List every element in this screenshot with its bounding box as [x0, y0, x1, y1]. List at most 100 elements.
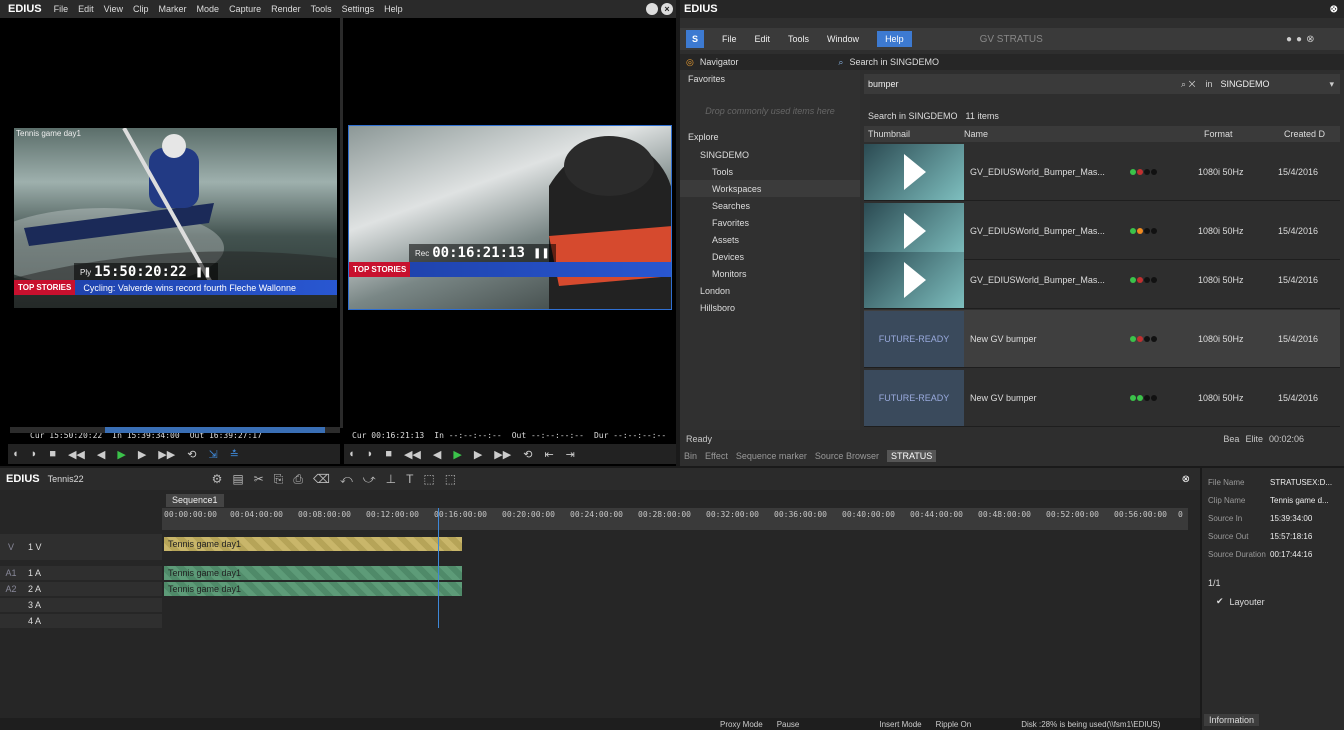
timeline-ruler[interactable]: 00:00:00:00 00:04:00:00 00:08:00:00 00:1… — [162, 508, 1188, 530]
tab-bin[interactable]: Bin — [684, 451, 697, 461]
stop-icon[interactable]: ■ — [385, 448, 392, 460]
thumbnail: FUTURE-READY — [864, 310, 964, 367]
tree-assets[interactable]: Assets — [680, 231, 860, 248]
menu-mode[interactable]: Mode — [197, 4, 220, 14]
menu-view[interactable]: View — [104, 4, 123, 14]
video-clip[interactable]: Tennis game day1 — [164, 537, 462, 551]
menu-help[interactable]: Help — [384, 4, 403, 14]
search-icon[interactable]: ⌕ ✕ — [1181, 79, 1195, 90]
tab-stratus[interactable]: STRATUS — [886, 450, 937, 462]
tab-sequence1[interactable]: Sequence1 — [166, 494, 224, 507]
stratus-menu-window[interactable]: Window — [827, 34, 859, 44]
set-in-icon[interactable]: ◖ — [348, 448, 355, 460]
play-icon[interactable]: ▶ — [453, 448, 461, 461]
step-forward-icon[interactable]: ▶ — [474, 448, 482, 461]
play-icon[interactable]: ▶ — [117, 448, 125, 461]
step-forward-icon[interactable]: ▶ — [138, 448, 146, 461]
tab-effect[interactable]: Effect — [705, 451, 728, 461]
set-out-icon[interactable]: ◗ — [31, 448, 38, 460]
minimize-icon[interactable] — [646, 3, 658, 15]
next-edit-icon[interactable]: ⇥ — [566, 448, 575, 461]
status-dots — [1130, 334, 1158, 344]
list-item[interactable]: GV_EDIUSWorld_Bumper_Mas... 1080i 50Hz 1… — [864, 251, 1340, 309]
rewind-icon[interactable]: ◀◀ — [68, 448, 85, 461]
menu-settings[interactable]: Settings — [342, 4, 375, 14]
stratus-menu-help[interactable]: Help — [877, 31, 912, 47]
fast-forward-icon[interactable]: ▶▶ — [494, 448, 511, 461]
search-input[interactable]: bumper — [868, 79, 899, 89]
layer-item-layouter[interactable]: ✔ Layouter — [1216, 596, 1265, 607]
list-item[interactable]: FUTURE-READY New GV bumper 1080i 50Hz 15… — [864, 369, 1340, 427]
close-icon[interactable]: ⊗ — [1306, 34, 1314, 45]
loop-icon[interactable]: ⟲ — [187, 448, 196, 461]
set-out-icon[interactable]: ◗ — [367, 448, 374, 460]
close-icon[interactable]: ⊗ — [1182, 474, 1190, 485]
track-4a[interactable]: 4 A — [0, 614, 162, 628]
audio-clip-1[interactable]: Tennis game day1 — [164, 566, 462, 580]
menu-edit[interactable]: Edit — [78, 4, 94, 14]
menu-file[interactable]: File — [54, 4, 69, 14]
menu-marker[interactable]: Marker — [159, 4, 187, 14]
track-2a[interactable]: A2 2 A — [0, 582, 162, 596]
tree-singdemo[interactable]: SINGDEMO — [680, 146, 860, 163]
step-back-icon[interactable]: ◀ — [97, 448, 105, 461]
maximize-icon[interactable]: ● — [1296, 34, 1302, 45]
list-item[interactable]: FUTURE-READY New GV bumper 1080i 50Hz 15… — [864, 310, 1340, 368]
tab-sequence-marker[interactable]: Sequence marker — [736, 451, 807, 461]
tree-devices[interactable]: Devices — [680, 248, 860, 265]
player-scrubber[interactable] — [10, 427, 340, 433]
tree-favorites[interactable]: Favorites — [680, 214, 860, 231]
menu-tools[interactable]: Tools — [311, 4, 332, 14]
player-video: Tennis game day1 Ply 15:50:20:22 ❚❚ TOP … — [14, 128, 337, 308]
tab-search[interactable]: Search in SINGDEMO — [849, 57, 939, 67]
close-icon[interactable]: × — [661, 3, 673, 15]
col-thumbnail[interactable]: Thumbnail — [864, 129, 964, 139]
stratus-menu-edit[interactable]: Edit — [755, 34, 771, 44]
tree-searches[interactable]: Searches — [680, 197, 860, 214]
tree-tools[interactable]: Tools — [680, 163, 860, 180]
audio-clip-2[interactable]: Tennis game day1 — [164, 582, 462, 596]
menu-capture[interactable]: Capture — [229, 4, 261, 14]
tab-source-browser[interactable]: Source Browser — [815, 451, 879, 461]
overwrite-to-timeline-icon[interactable]: ≛ — [230, 448, 239, 461]
list-item[interactable]: GV_EDIUSWorld_Bumper_Mas... 1080i 50Hz 1… — [864, 143, 1340, 201]
tree-workspaces[interactable]: Workspaces — [680, 180, 860, 197]
timeline-window: EDIUS Tennis22 ⚙▤✂⎘⎙⌫⤺⤻⊥T⬚⬚ ⊗ Sequence1 … — [0, 468, 1200, 730]
track-3a[interactable]: 3 A — [0, 598, 162, 612]
tree-hillsboro[interactable]: Hillsboro — [680, 299, 860, 316]
col-format[interactable]: Format — [1204, 129, 1284, 139]
stratus-menu-file[interactable]: File — [722, 34, 737, 44]
menu-clip[interactable]: Clip — [133, 4, 149, 14]
playhead[interactable] — [438, 508, 439, 628]
previous-edit-icon[interactable]: ⇤ — [544, 448, 553, 461]
status-text: Ready — [686, 434, 713, 444]
toolbar-icons[interactable]: ⚙▤✂⎘⎙⌫⤺⤻⊥T⬚⬚ — [212, 472, 466, 487]
timeline-toolbar: EDIUS Tennis22 ⚙▤✂⎘⎙⌫⤺⤻⊥T⬚⬚ ⊗ — [0, 468, 1200, 490]
status-dots — [1130, 167, 1158, 177]
recorder-dur: Dur --:--:--:-- — [593, 431, 667, 440]
track-1v[interactable]: V 1 V — [0, 534, 162, 560]
set-in-icon[interactable]: ◖ — [12, 448, 19, 460]
insert-to-timeline-icon[interactable]: ⇲ — [208, 448, 217, 461]
track-1a[interactable]: A1 1 A — [0, 566, 162, 580]
close-icon[interactable]: ⊗ — [1330, 4, 1338, 15]
tree-london[interactable]: London — [680, 282, 860, 299]
loop-icon[interactable]: ⟲ — [523, 448, 532, 461]
stratus-menu-tools[interactable]: Tools — [788, 34, 809, 44]
search-scope-select[interactable]: SINGDEMO — [1220, 79, 1269, 89]
menu-render[interactable]: Render — [271, 4, 301, 14]
stratus-tabbar: ◎ Navigator ⌕ Search in SINGDEMO — [680, 54, 1344, 70]
chevron-down-icon[interactable]: ▾ — [1329, 79, 1334, 90]
tree-monitors[interactable]: Monitors — [680, 265, 860, 282]
tab-information[interactable]: Information — [1204, 714, 1260, 726]
col-created[interactable]: Created D — [1284, 129, 1340, 139]
col-name[interactable]: Name — [964, 129, 1204, 139]
rewind-icon[interactable]: ◀◀ — [404, 448, 421, 461]
step-back-icon[interactable]: ◀ — [433, 448, 441, 461]
stop-icon[interactable]: ■ — [49, 448, 56, 460]
fast-forward-icon[interactable]: ▶▶ — [158, 448, 175, 461]
minimize-icon[interactable]: ● — [1286, 34, 1292, 45]
explore-header[interactable]: Explore — [688, 128, 719, 145]
tab-navigator[interactable]: Navigator — [700, 57, 739, 67]
favorites-header[interactable]: Favorites — [680, 70, 860, 87]
